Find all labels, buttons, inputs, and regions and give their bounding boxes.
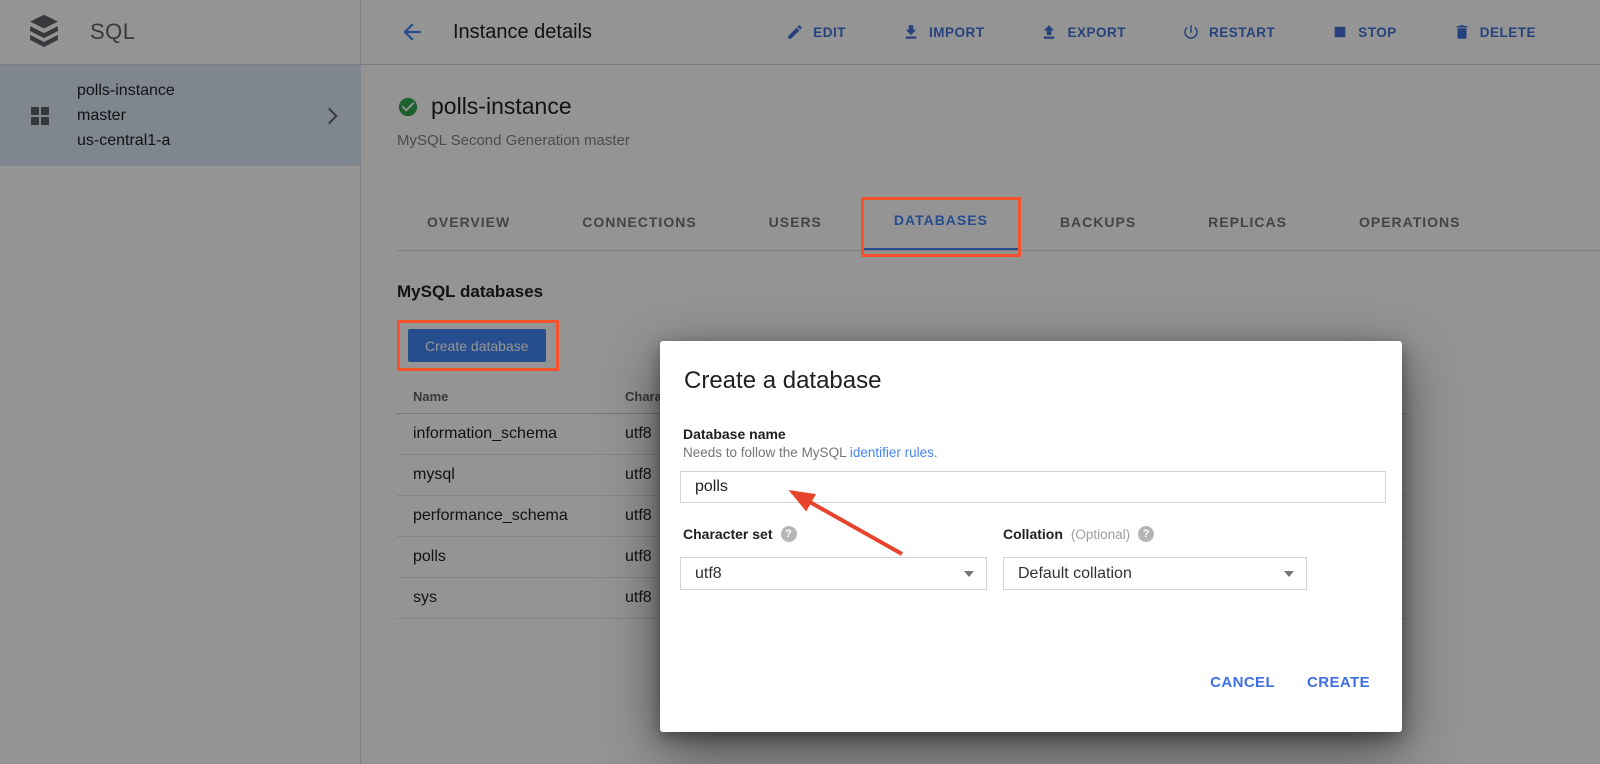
character-set-label-text: Character set — [683, 526, 773, 542]
database-name-helper: Needs to follow the MySQL identifier rul… — [683, 445, 938, 460]
dropdown-caret-icon — [964, 571, 974, 577]
helper-text: Needs to follow the MySQL — [683, 445, 850, 460]
cancel-button[interactable]: CANCEL — [1210, 674, 1275, 691]
identifier-rules-link[interactable]: identifier rules — [850, 445, 934, 460]
collation-value: Default collation — [1018, 565, 1132, 583]
database-name-input[interactable]: polls — [680, 471, 1386, 503]
help-icon[interactable]: ? — [1138, 526, 1154, 542]
dropdown-caret-icon — [1284, 571, 1294, 577]
character-set-label: Character set ? — [683, 526, 797, 542]
database-name-label: Database name — [683, 426, 786, 442]
helper-text-suffix: . — [934, 445, 938, 460]
dialog-buttons: CANCEL CREATE — [1210, 674, 1370, 691]
collation-dropdown[interactable]: Default collation — [1003, 557, 1307, 590]
cloud-sql-console: SQL polls-instance master us-central1-a … — [0, 0, 1600, 764]
help-icon[interactable]: ? — [781, 526, 797, 542]
collation-optional-note: (Optional) — [1071, 527, 1130, 542]
create-button[interactable]: CREATE — [1307, 674, 1370, 691]
collation-label-text: Collation — [1003, 526, 1063, 542]
character-set-value: utf8 — [695, 565, 722, 583]
database-name-value: polls — [695, 478, 728, 496]
character-set-dropdown[interactable]: utf8 — [680, 557, 987, 590]
create-database-dialog: Create a database Database name Needs to… — [660, 341, 1402, 732]
collation-label: Collation (Optional) ? — [1003, 526, 1154, 542]
dialog-title: Create a database — [684, 367, 881, 395]
